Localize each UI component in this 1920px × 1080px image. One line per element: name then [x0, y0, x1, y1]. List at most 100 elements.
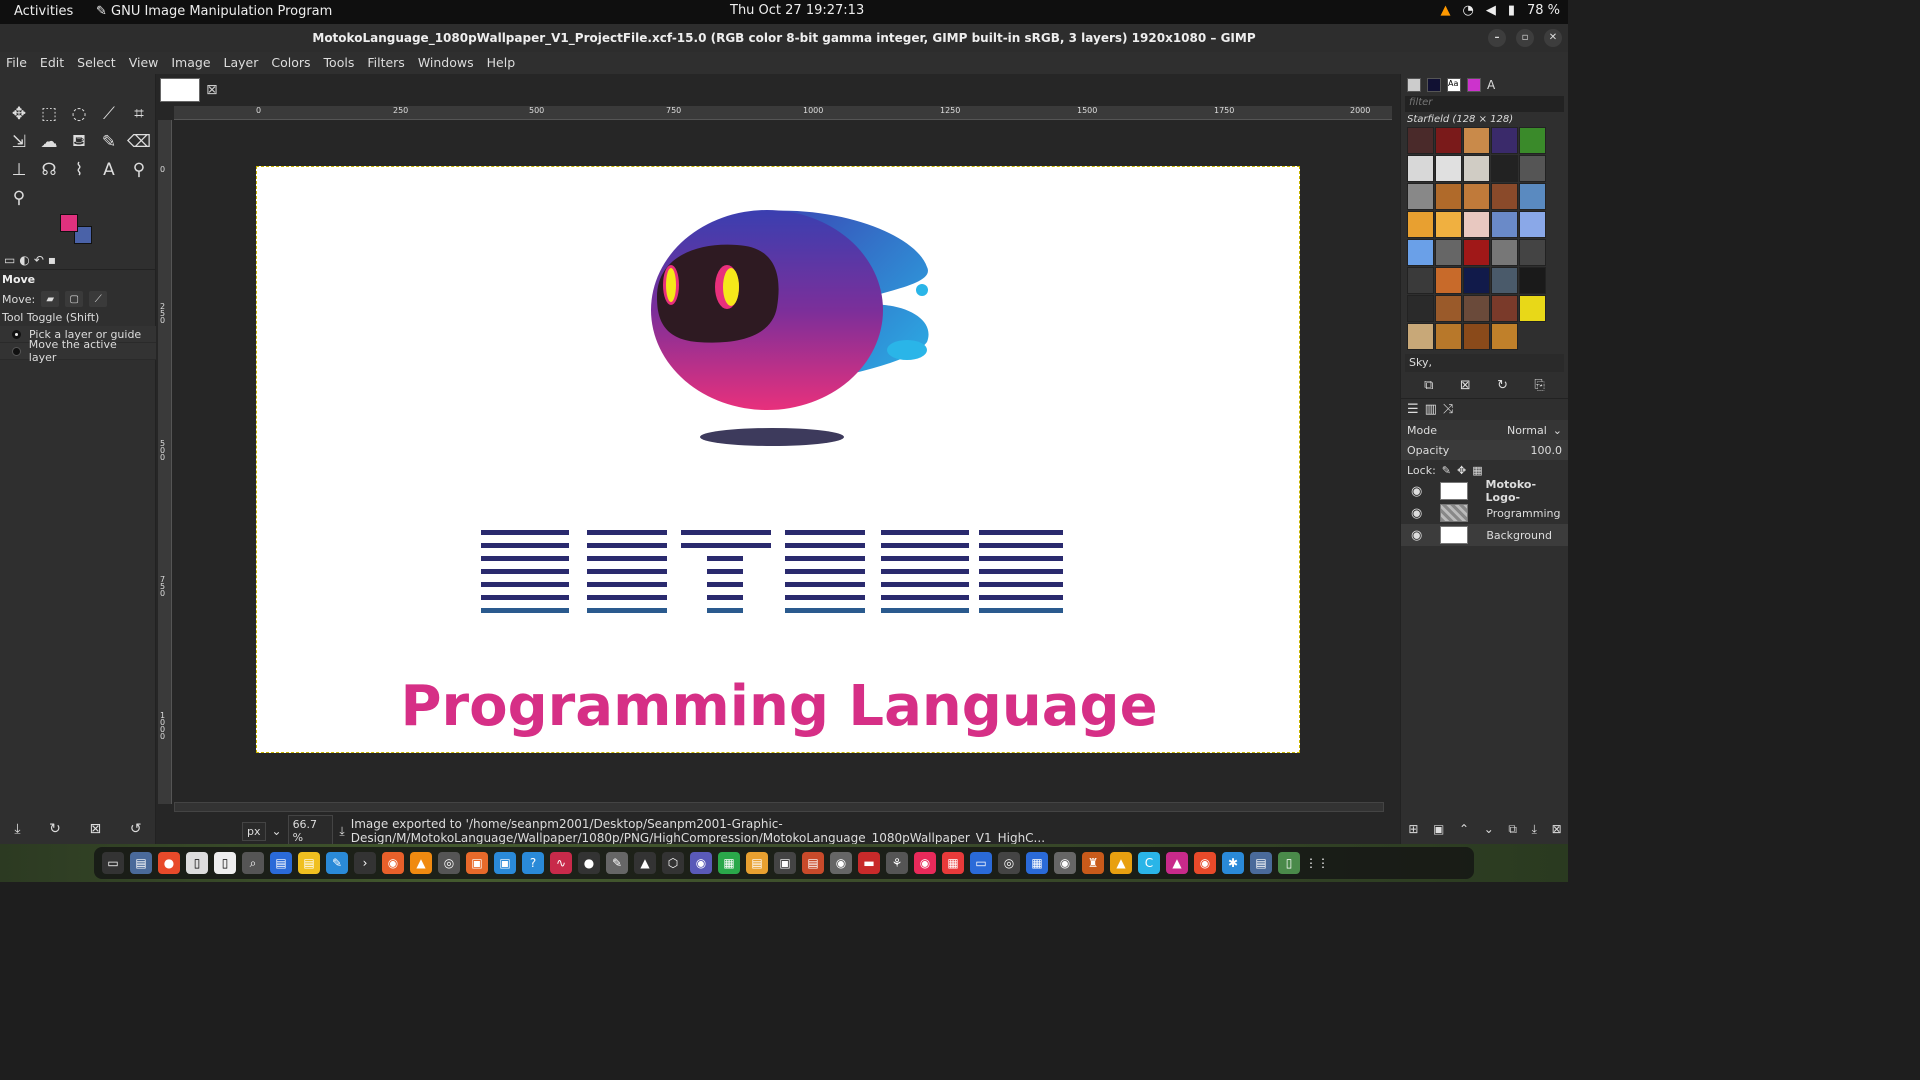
app-icon[interactable]: ◉ — [690, 852, 712, 874]
menu-view[interactable]: View — [129, 52, 159, 74]
tool-icon[interactable]: ⚘ — [886, 852, 908, 874]
pattern-swatch[interactable] — [1463, 183, 1490, 210]
screen-icon[interactable]: ▭ — [970, 852, 992, 874]
gradients-tab-icon[interactable] — [1467, 78, 1481, 92]
media-icon[interactable]: ▬ — [858, 852, 880, 874]
unit-select[interactable]: px — [242, 821, 266, 841]
pattern-tag-select[interactable]: Sky, — [1405, 354, 1564, 372]
minimize-button[interactable]: – — [1488, 29, 1506, 47]
help-icon[interactable]: ? — [522, 852, 544, 874]
close-image-tab-icon[interactable]: ⊠ — [206, 82, 218, 98]
pattern-swatch[interactable] — [1435, 267, 1462, 294]
rect-select-icon[interactable]: ⬚ — [34, 100, 64, 128]
pattern-swatch[interactable] — [1491, 267, 1518, 294]
app-menu[interactable]: ✎ GNU Image Manipulation Program — [96, 4, 332, 19]
move-layer-mode-icon[interactable]: ▰ — [41, 291, 60, 307]
duplicate-layer-icon[interactable]: ⧉ — [1508, 822, 1517, 837]
image-tab-thumbnail[interactable] — [160, 78, 200, 102]
scale-icon[interactable]: ⇲ — [4, 128, 34, 156]
pattern-swatch[interactable] — [1491, 127, 1518, 154]
radio-move-active[interactable]: Move the active layer — [0, 338, 156, 364]
delete-pattern-icon[interactable]: ⊠ — [1460, 378, 1471, 396]
zoom-select[interactable]: 66.7 % — [287, 815, 334, 847]
patterns-tab-icon[interactable] — [1427, 78, 1441, 92]
pattern-swatch[interactable] — [1519, 267, 1546, 294]
impress-icon[interactable]: ▤ — [298, 852, 320, 874]
bell-icon[interactable]: ▲ — [1110, 852, 1132, 874]
trash-icon[interactable]: ▯ — [1278, 852, 1300, 874]
monitor-icon[interactable]: ∿ — [550, 852, 572, 874]
horizontal-ruler[interactable]: 0 250 500 750 1000 1250 1500 1750 2000 — [174, 106, 1392, 120]
smudge-icon[interactable]: ☊ — [34, 156, 64, 184]
menu-select[interactable]: Select — [77, 52, 116, 74]
vertical-ruler[interactable]: 0 250 500 750 1000 — [158, 120, 172, 804]
lower-layer-icon[interactable]: ⌄ — [1484, 822, 1494, 836]
show-apps-icon[interactable]: ⋮⋮ — [1305, 852, 1329, 874]
system-tray[interactable]: ▲ ◔ ◀ ▮ 78 % — [1440, 3, 1560, 18]
duplicate-pattern-icon[interactable]: ⧉ — [1424, 378, 1433, 396]
fuzzy-select-icon[interactable]: ⟋ — [94, 100, 124, 128]
warp-icon[interactable]: ☁ — [34, 128, 64, 156]
crop-icon[interactable]: ⌗ — [124, 100, 154, 128]
undo-history-tab-icon[interactable]: ↶ — [34, 253, 44, 267]
close-window-button[interactable]: ✕ — [1544, 29, 1562, 47]
pdf-icon[interactable]: ▤ — [802, 852, 824, 874]
windows-app-icon[interactable]: ▦ — [1026, 852, 1048, 874]
new-group-icon[interactable]: ▣ — [1433, 822, 1444, 836]
pattern-swatch[interactable] — [1407, 155, 1434, 182]
move-path-mode-icon[interactable]: ⟋ — [89, 291, 108, 307]
clock[interactable]: Thu Oct 27 19:27:13 — [730, 3, 864, 18]
pattern-grid[interactable] — [1407, 127, 1562, 350]
merge-layer-icon[interactable]: ⤓ — [1532, 822, 1537, 837]
steam-icon[interactable]: ◎ — [998, 852, 1020, 874]
menu-image[interactable]: Image — [171, 52, 210, 74]
pattern-swatch[interactable] — [1407, 183, 1434, 210]
pattern-swatch[interactable] — [1435, 127, 1462, 154]
bucket-fill-icon[interactable]: ⛾ — [64, 128, 94, 156]
pattern-swatch[interactable] — [1519, 239, 1546, 266]
horizontal-scrollbar[interactable] — [174, 802, 1384, 812]
image-canvas[interactable]: Programming Language — [256, 166, 1300, 753]
restore-options-icon[interactable]: ↻ — [49, 821, 61, 837]
refresh-patterns-icon[interactable]: ↻ — [1497, 378, 1508, 396]
text-tab-icon[interactable]: A — [1487, 78, 1495, 92]
c-lang-icon[interactable]: C — [1138, 852, 1160, 874]
canvas-area[interactable]: ⊠ 0 250 500 750 1000 1250 1500 1750 2000… — [156, 74, 1400, 847]
layer-row[interactable]: ◉ Motoko-Logo- — [1401, 478, 1568, 504]
pattern-swatch[interactable] — [1519, 155, 1546, 182]
menu-help[interactable]: Help — [487, 52, 516, 74]
pattern-swatch[interactable] — [1463, 211, 1490, 238]
calc-icon[interactable]: ▦ — [718, 852, 740, 874]
pattern-swatch[interactable] — [1463, 323, 1490, 350]
obs-icon[interactable]: ◎ — [438, 852, 460, 874]
record-icon[interactable]: ◉ — [914, 852, 936, 874]
foreground-color[interactable] — [60, 214, 78, 232]
pattern-swatch[interactable] — [1407, 267, 1434, 294]
pattern-swatch[interactable] — [1463, 239, 1490, 266]
notes-icon[interactable]: ✎ — [326, 852, 348, 874]
pattern-swatch[interactable] — [1435, 155, 1462, 182]
opacity-row[interactable]: Opacity 100.0 — [1401, 440, 1568, 460]
layer-row-active[interactable]: ◉ Background — [1401, 524, 1568, 546]
color-swatches[interactable] — [60, 214, 100, 246]
fonts-tab-icon[interactable]: Aa — [1447, 78, 1461, 92]
zoom-icon[interactable]: ⚲ — [4, 184, 34, 212]
pattern-swatch[interactable] — [1407, 323, 1434, 350]
game-icon[interactable]: ♜ — [1082, 852, 1104, 874]
paths-tab-icon[interactable]: ⤨ — [1443, 402, 1453, 417]
move-selection-mode-icon[interactable]: ▢ — [65, 291, 84, 307]
menu-colors[interactable]: Colors — [271, 52, 310, 74]
mode-select[interactable]: Normal — [1507, 424, 1547, 437]
pattern-swatch[interactable] — [1463, 295, 1490, 322]
shutter-icon[interactable]: ◉ — [1054, 852, 1076, 874]
brushes-tab-icon[interactable] — [1407, 78, 1421, 92]
layer-row[interactable]: ◉ Programming — [1401, 502, 1568, 524]
tool-options-tab-icon[interactable]: ▭ — [4, 253, 15, 267]
writer-icon[interactable]: ▤ — [270, 852, 292, 874]
device-status-tab-icon[interactable]: ◐ — [19, 253, 29, 267]
save-options-icon[interactable]: ⤓ — [14, 821, 20, 837]
browser-icon[interactable]: ◉ — [1194, 852, 1216, 874]
paths-icon[interactable]: ⌇ — [64, 156, 94, 184]
pattern-swatch[interactable] — [1491, 295, 1518, 322]
menu-edit[interactable]: Edit — [40, 52, 64, 74]
